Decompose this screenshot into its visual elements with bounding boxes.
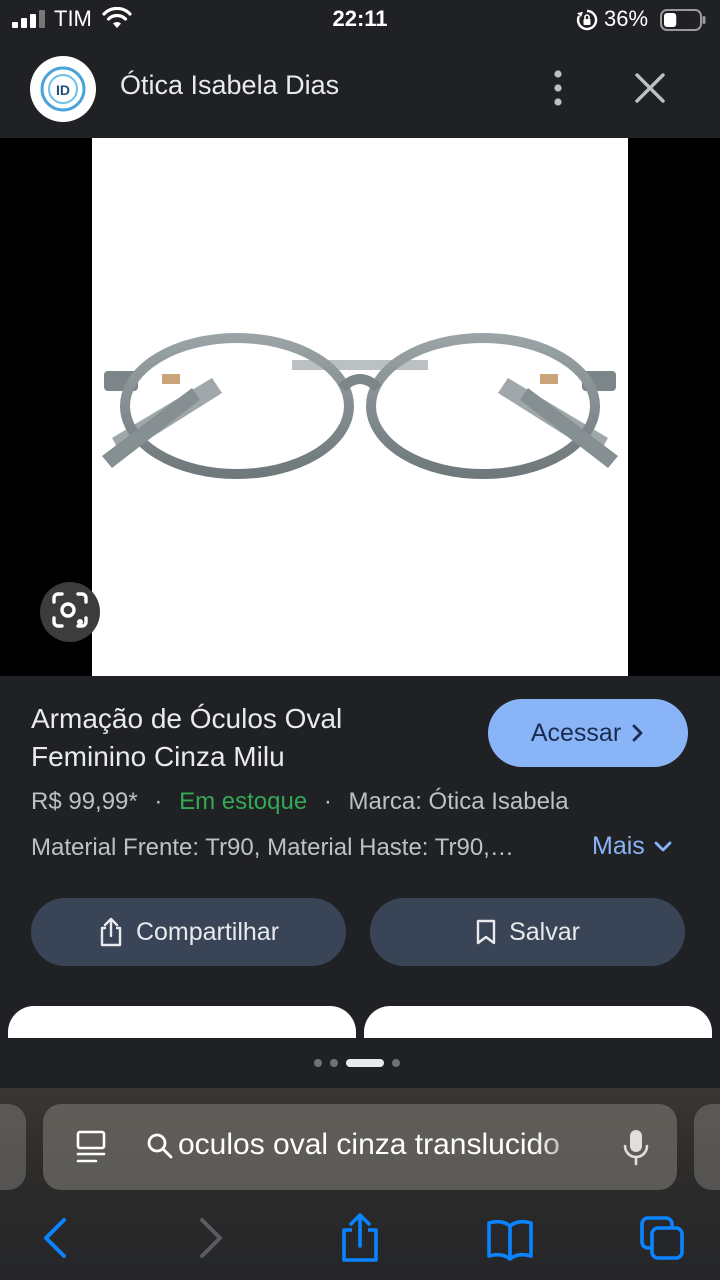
battery-icon	[660, 9, 706, 31]
site-logo: ID	[30, 56, 96, 122]
header	[0, 40, 720, 138]
carousel-dot[interactable]	[392, 1059, 400, 1067]
lens-icon	[52, 592, 88, 628]
product-meta: R$ 99,99* · Em estoque · Marca: Ótica Is…	[31, 788, 569, 816]
save-button[interactable]: Salvar	[370, 898, 685, 966]
site-logo-text: ID	[56, 82, 70, 98]
more-details-label: Mais	[592, 832, 645, 860]
battery-percent: 36%	[604, 6, 649, 31]
address-query[interactable]: oculos oval cinza translucido	[178, 1128, 598, 1162]
share-label: Compartilhar	[135, 917, 280, 946]
google-lens-button[interactable]	[40, 582, 100, 642]
site-title: Ótica Isabela Dias	[120, 70, 340, 100]
product-image[interactable]	[92, 138, 628, 676]
product-title: Armação de Óculos Oval Feminino Cinza Mi…	[31, 703, 343, 772]
more-options-icon[interactable]	[540, 66, 576, 110]
meta-separator: ·	[154, 788, 163, 815]
save-label: Salvar	[509, 917, 580, 946]
bookmarks-icon[interactable]	[486, 1212, 534, 1264]
tabs-icon[interactable]	[638, 1212, 686, 1264]
carousel-dot[interactable]	[314, 1059, 322, 1067]
product-price: R$ 99,99*	[31, 788, 138, 815]
previous-tab-preview[interactable]	[0, 1104, 26, 1190]
product-specs: Material Frente: Tr90, Material Haste: T…	[31, 834, 514, 861]
back-icon[interactable]	[32, 1212, 80, 1264]
site-logo-mark: ID	[40, 66, 86, 112]
more-details-link[interactable]: Mais	[592, 832, 673, 861]
close-icon[interactable]	[628, 66, 672, 110]
carousel-dot-active[interactable]	[346, 1059, 384, 1067]
share-button[interactable]: Compartilhar	[31, 898, 346, 966]
microphone-icon[interactable]	[620, 1128, 652, 1166]
chevron-right-icon	[632, 724, 643, 742]
bookmark-icon	[476, 919, 496, 945]
next-tab-preview[interactable]	[694, 1104, 720, 1190]
orientation-lock-icon	[576, 9, 598, 31]
carousel-dot[interactable]	[330, 1059, 338, 1067]
visit-button[interactable]: Acessar	[488, 699, 688, 767]
product-brand: Marca: Ótica Isabela	[348, 788, 569, 815]
forward-icon[interactable]	[186, 1212, 234, 1264]
meta-separator: ·	[323, 788, 332, 815]
visit-button-label: Acessar	[530, 718, 622, 747]
chevron-down-icon	[654, 841, 672, 851]
share-icon	[100, 917, 122, 947]
eyeglasses-image	[102, 333, 618, 479]
stock-status: Em estoque	[179, 788, 308, 815]
share-sheet-icon[interactable]	[336, 1212, 384, 1264]
search-icon	[147, 1133, 173, 1159]
page-menu-icon[interactable]	[74, 1128, 108, 1166]
